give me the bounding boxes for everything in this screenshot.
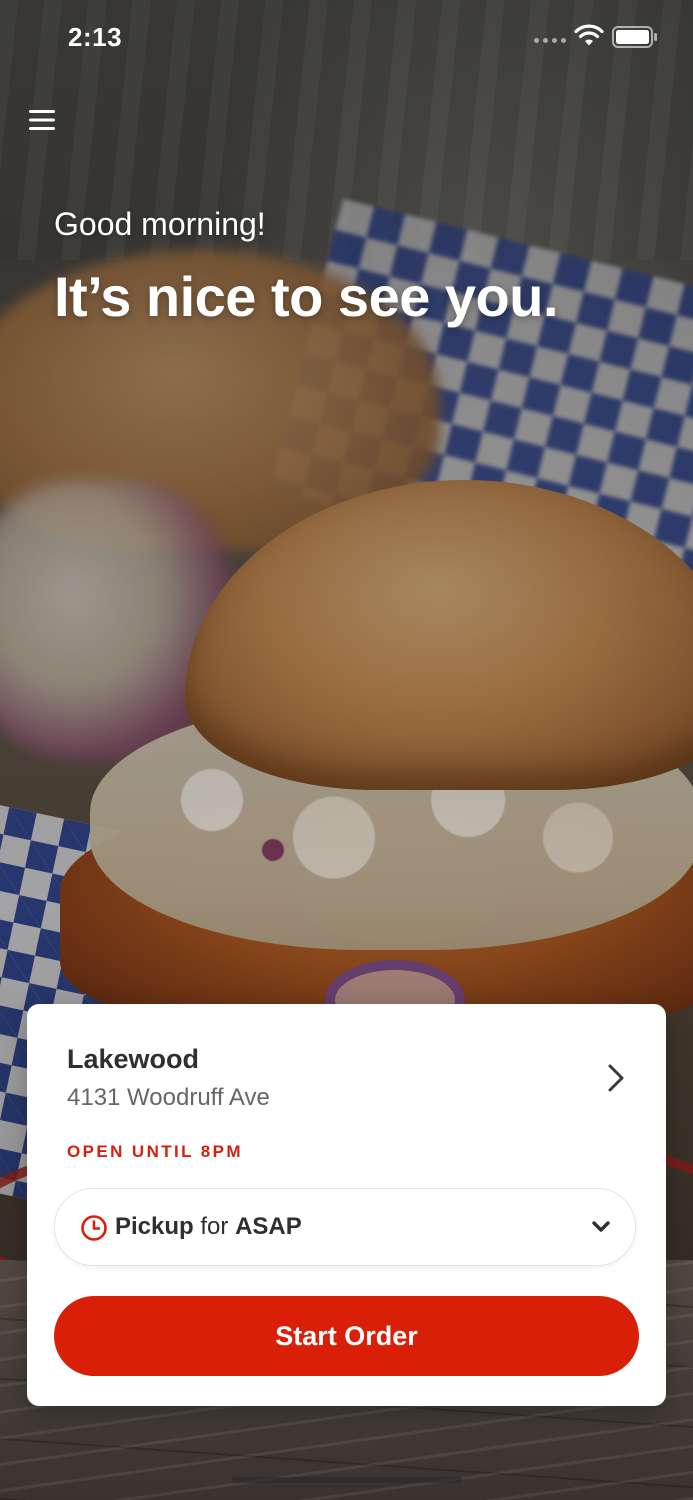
location-name: Lakewood — [67, 1044, 200, 1074]
greeting-text: Good morning! — [54, 206, 266, 242]
order-time-value: ASAP — [235, 1213, 302, 1240]
status-time: 2:13 — [68, 22, 123, 52]
menu-button[interactable] — [22, 100, 62, 140]
location-card: Lakewood 4131 Woodruff Ave OPEN UNTIL 8P… — [27, 1004, 666, 1406]
battery-icon — [612, 26, 657, 48]
order-mode-connector: for — [200, 1213, 229, 1240]
order-mode-value: Pickup — [115, 1213, 194, 1240]
order-mode-text: Pickup for ASAP — [115, 1213, 302, 1241]
wifi-icon — [574, 24, 604, 46]
open-status-label: OPEN UNTIL 8PM — [67, 1142, 243, 1161]
status-bar: 2:13 — [0, 0, 693, 80]
headline-text: It’s nice to see you. — [54, 265, 559, 328]
location-address: 4131 Woodruff Ave — [67, 1084, 270, 1111]
hamburger-menu-icon — [29, 110, 55, 130]
start-order-button[interactable]: Start Order — [54, 1296, 639, 1376]
clock-icon — [81, 1215, 107, 1241]
location-selector[interactable]: Lakewood 4131 Woodruff Ave — [27, 1004, 666, 1134]
home-indicator — [232, 1477, 462, 1483]
chevron-down-icon — [592, 1221, 610, 1232]
order-mode-dropdown[interactable]: Pickup for ASAP — [54, 1188, 636, 1266]
chevron-right-icon — [608, 1064, 624, 1092]
cellular-signal-icon — [534, 38, 566, 43]
